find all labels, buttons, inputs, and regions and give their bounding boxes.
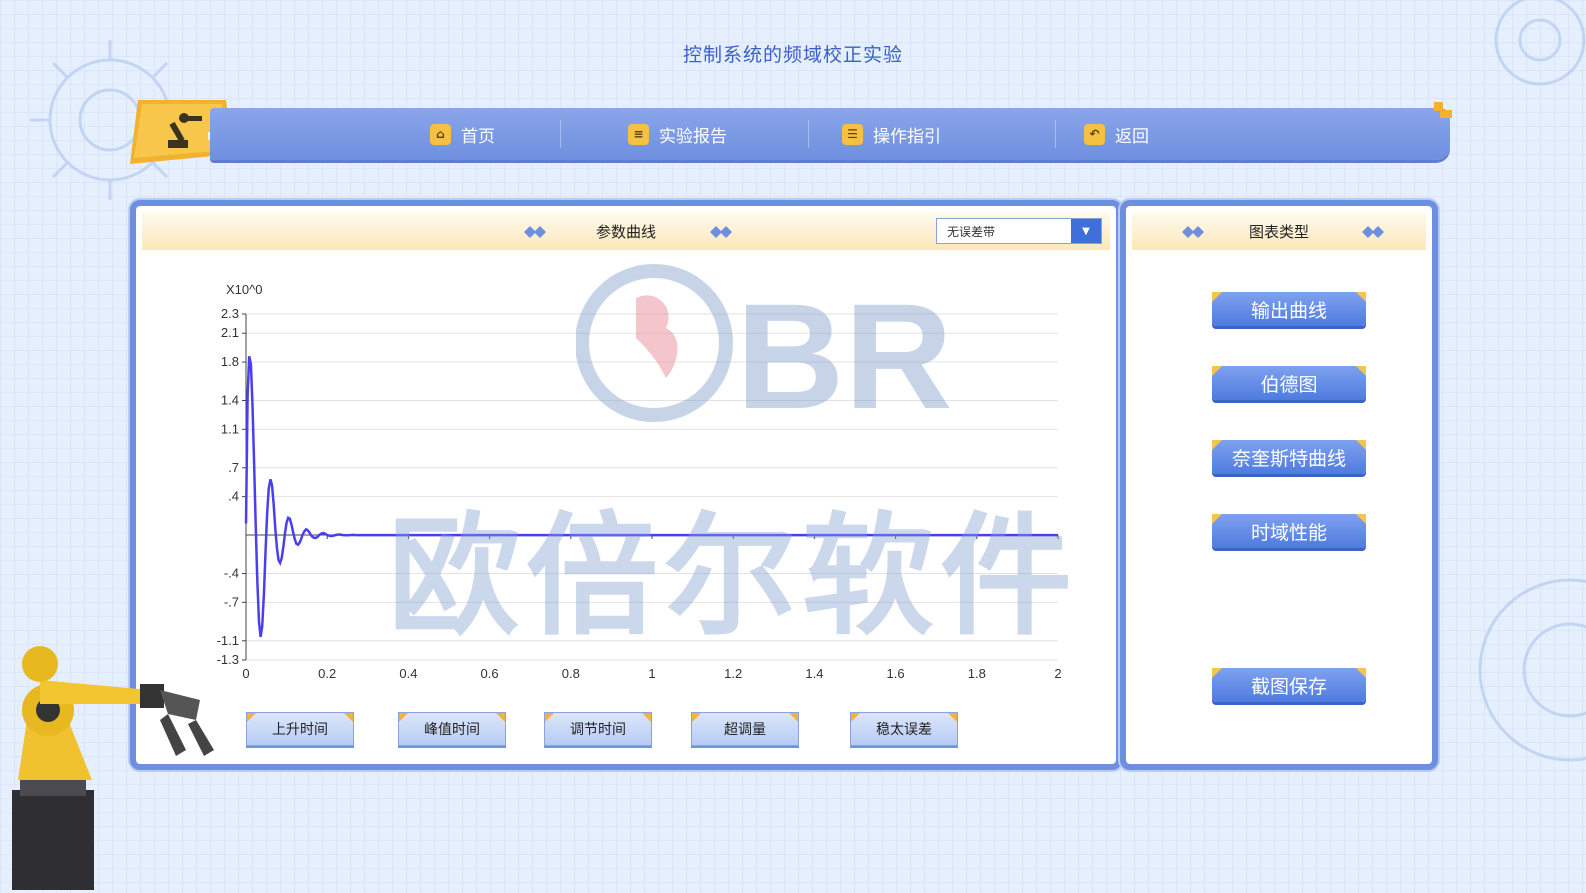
- settling-time-button[interactable]: 调节时间: [544, 712, 652, 746]
- corner-decoration-icon: [1434, 102, 1452, 118]
- x-tick-label: 0.8: [562, 666, 580, 681]
- gear-decoration-icon: [1478, 578, 1586, 762]
- diamond-deco-icon: [1182, 226, 1204, 238]
- bode-plot-button[interactable]: 伯德图: [1212, 366, 1366, 400]
- overshoot-button[interactable]: 超调量: [691, 712, 799, 746]
- x-tick-label: 1.6: [887, 666, 905, 681]
- home-icon: ⌂: [430, 123, 451, 145]
- diamond-deco-icon: [524, 226, 546, 238]
- report-icon: ≡: [628, 123, 649, 145]
- x-tick-label: 0.4: [399, 666, 417, 681]
- page-title: 控制系统的频域校正实验: [682, 44, 903, 66]
- x-tick-label: 0.2: [318, 666, 336, 681]
- panel-title: 图表类型: [1248, 222, 1309, 241]
- response-chart: X10^02.32.11.81.41.1.7.4-.4-.7-1.1-1.30 0…: [217, 282, 1062, 681]
- steady-state-error-button[interactable]: 稳太误差: [850, 712, 958, 746]
- nyquist-curve-button[interactable]: 奈奎斯特曲线: [1212, 440, 1366, 474]
- nyquist-curve-label: 奈奎斯特曲线: [1231, 447, 1346, 470]
- save-screenshot-label: 截图保存: [1250, 675, 1327, 698]
- nav-report[interactable]: ≡ 实验报告: [628, 108, 727, 160]
- y-tick-label: -.4: [224, 566, 239, 581]
- output-curve-button[interactable]: 输出曲线: [1212, 292, 1366, 326]
- save-screenshot-button[interactable]: 截图保存: [1212, 668, 1366, 702]
- parameter-curve-panel: 参数曲线 无误差带 ▼ X10^0 2.3 2.1 1.8 1.4 1.1 .7 .4 -.4 -…: [130, 200, 1122, 770]
- time-domain-label: 时域性能: [1250, 521, 1327, 544]
- nav-home-label: 首页: [461, 126, 495, 147]
- chevron-down-icon[interactable]: ▼: [1071, 219, 1101, 243]
- x-tick-label: 2: [1054, 666, 1061, 681]
- rise-time-button[interactable]: 上升时间: [246, 712, 354, 746]
- nav-report-label: 实验报告: [659, 126, 727, 147]
- y-tick-label: 1.4: [221, 393, 239, 408]
- settling-time-label: 调节时间: [570, 722, 626, 738]
- axis-exponent-label: X10^0: [226, 282, 262, 297]
- x-tick-label: 1: [648, 666, 655, 681]
- back-icon: ↶: [1084, 123, 1105, 145]
- x-tick-label: 1.4: [805, 666, 823, 681]
- overshoot-label: 超调量: [724, 722, 766, 738]
- steady-state-error-label: 稳太误差: [876, 722, 932, 738]
- panel-title: 参数曲线: [595, 222, 656, 241]
- x-tick-label: 1.2: [724, 666, 742, 681]
- panel-header: 图表类型: [1132, 212, 1426, 250]
- nav-guide-label: 操作指引: [873, 126, 941, 147]
- nav-back-label: 返回: [1115, 126, 1149, 147]
- x-tick-label: 0.6: [481, 666, 499, 681]
- y-tick-label: 2.3: [221, 306, 239, 321]
- guide-icon: ☰: [842, 123, 863, 145]
- panel-header: 参数曲线 无误差带 ▼: [142, 212, 1110, 250]
- y-tick-label: .7: [228, 460, 239, 475]
- y-tick-label: 2.1: [221, 325, 239, 340]
- time-domain-button[interactable]: 时域性能: [1212, 514, 1366, 548]
- nav-back[interactable]: ↶ 返回: [1084, 108, 1149, 160]
- y-tick-label: 1.8: [221, 354, 239, 369]
- x-tick-label: 1.8: [968, 666, 986, 681]
- nav-divider: [1055, 120, 1056, 148]
- rise-time-label: 上升时间: [272, 722, 328, 738]
- nav-home[interactable]: ⌂ 首页: [430, 108, 495, 160]
- chart-type-panel: 图表类型 输出曲线 伯德图 奈奎斯特曲线 时域性能 截图保存: [1120, 200, 1438, 770]
- nav-divider: [560, 120, 561, 148]
- error-band-select[interactable]: 无误差带 ▼: [936, 218, 1102, 244]
- diamond-deco-icon: [1362, 226, 1384, 238]
- y-tick-label: 1.1: [221, 421, 239, 436]
- select-value: 无误差带: [947, 225, 996, 239]
- robot-arm-icon: [12, 646, 214, 890]
- y-tick-label: .4: [228, 489, 239, 504]
- y-tick-label: -.7: [224, 594, 239, 609]
- top-nav: ⌂ 首页 ≡ 实验报告 ☰ 操作指引 ↶ 返回: [210, 108, 1450, 160]
- output-curve-label: 输出曲线: [1250, 299, 1327, 322]
- bode-plot-label: 伯德图: [1260, 373, 1318, 396]
- diamond-deco-icon: [710, 226, 732, 238]
- nav-divider: [808, 120, 809, 148]
- x-tick-label: 0: [242, 666, 249, 681]
- peak-time-button[interactable]: 峰值时间: [398, 712, 506, 746]
- peak-time-label: 峰值时间: [424, 722, 480, 738]
- nav-guide[interactable]: ☰ 操作指引: [842, 108, 941, 160]
